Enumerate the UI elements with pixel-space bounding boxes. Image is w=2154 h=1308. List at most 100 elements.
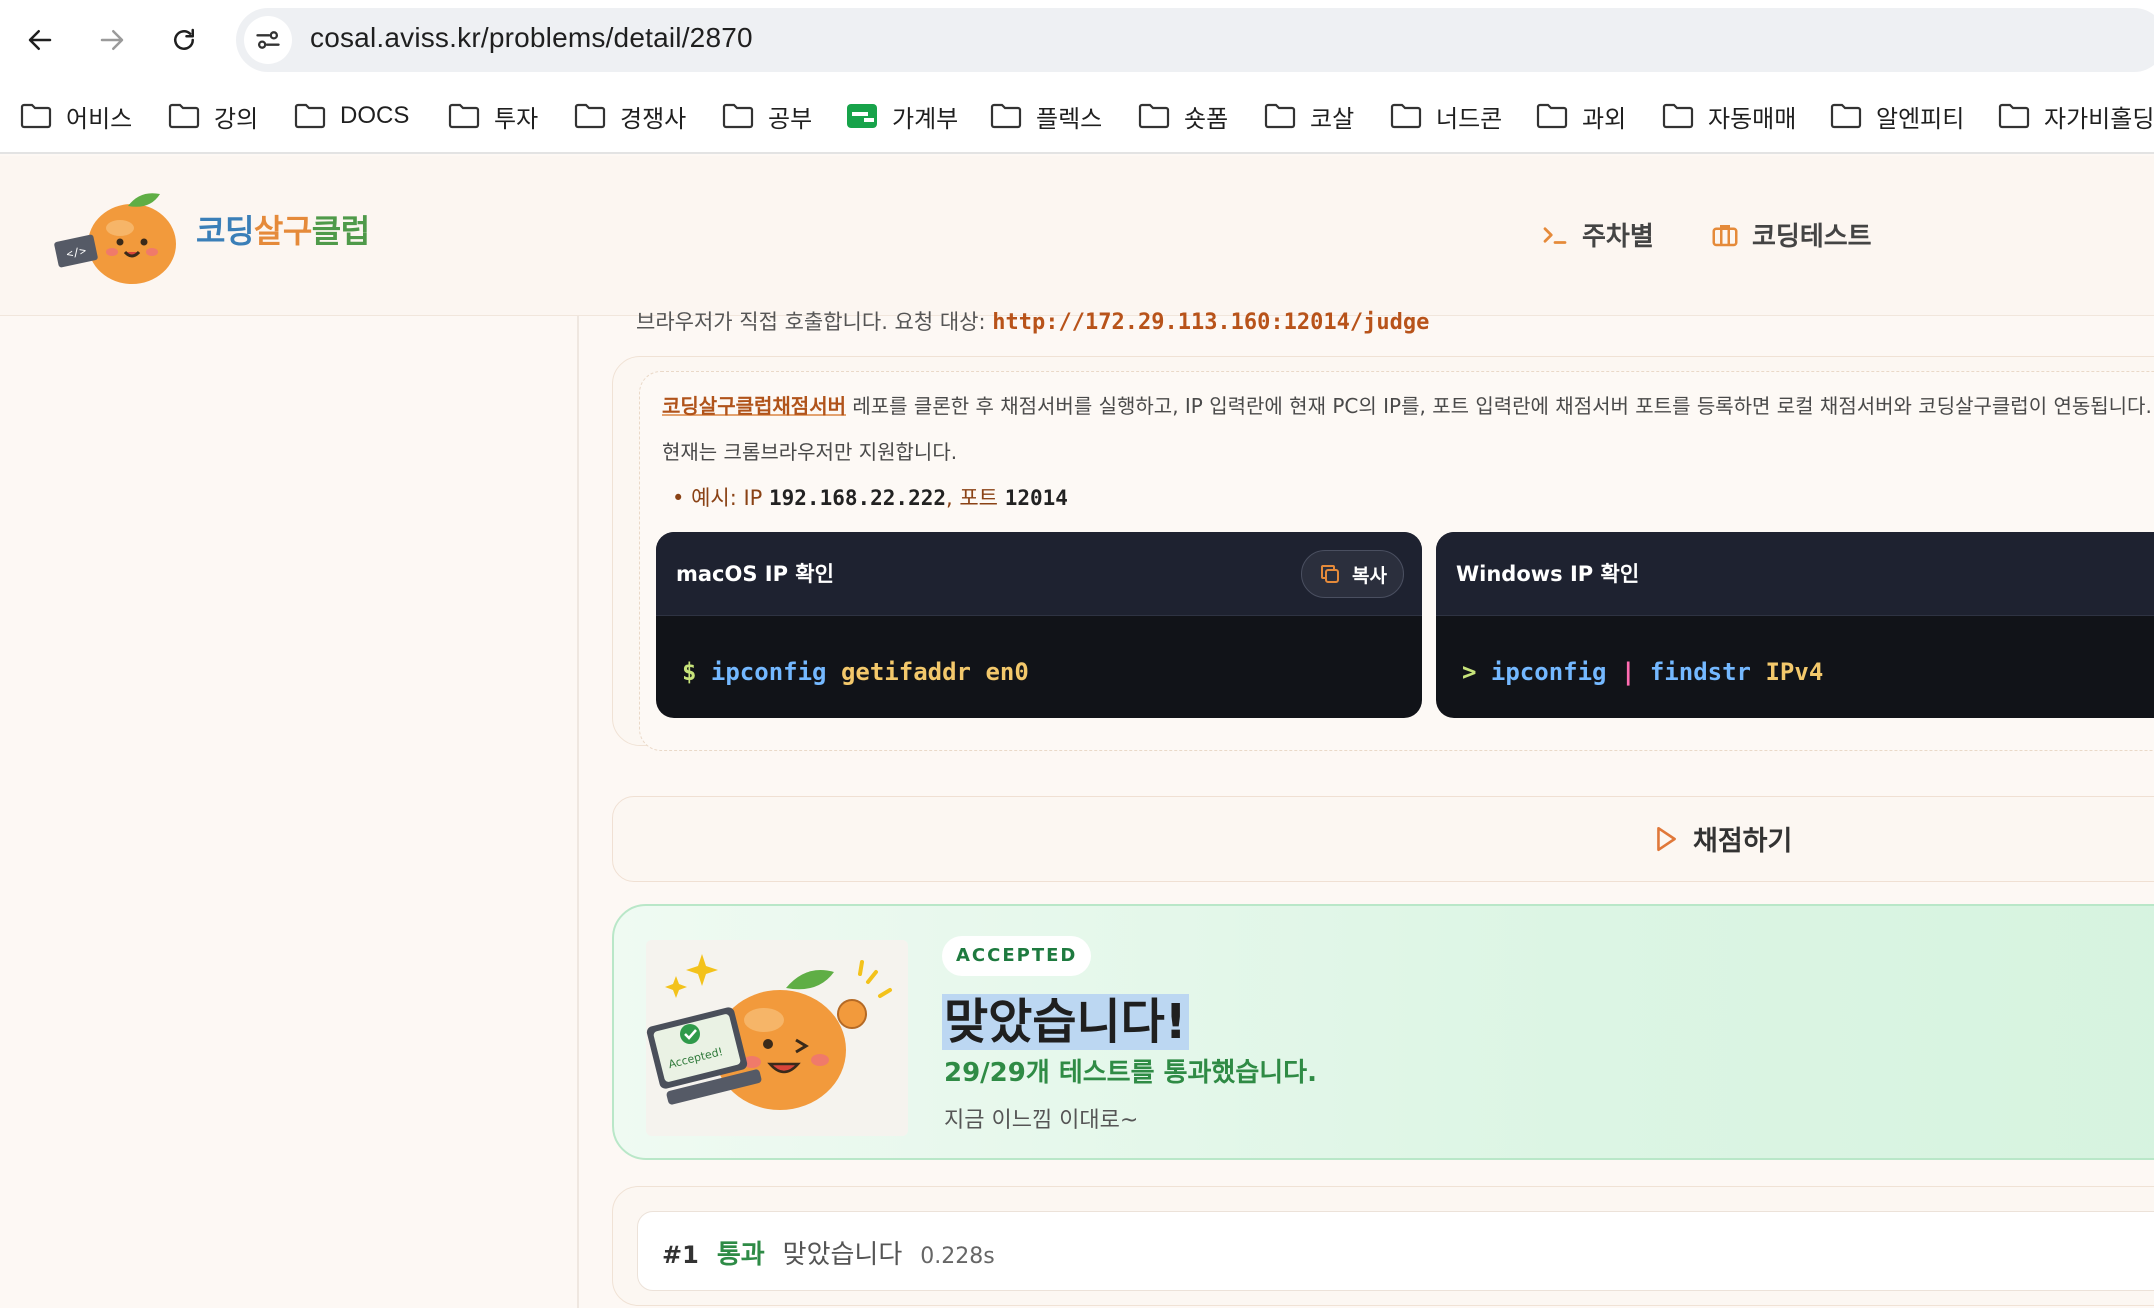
result-message: 지금 이느낌 이대로~ — [944, 1108, 1139, 1133]
test-case-line: #1 통과 맞았습니다 0.228s — [662, 1234, 995, 1271]
site-info-button[interactable] — [244, 16, 292, 64]
folder-icon — [1662, 103, 1694, 129]
command-args: getifaddr en0 — [840, 658, 1029, 686]
bookmark-item[interactable]: 숏폼 — [1138, 96, 1228, 136]
terminal-header: Windows IP 확인 — [1436, 532, 2154, 616]
test-case-row[interactable]: #1 통과 맞았습니다 0.228s — [637, 1211, 2154, 1291]
play-icon — [1657, 826, 1676, 851]
bookmark-label: 경쟁사 — [620, 105, 687, 133]
command-args-2: IPv4 — [1765, 658, 1824, 686]
example-line: • 예시: IP 192.168.22.222, 포트 12014 — [672, 486, 1068, 510]
nav-coding-test-label: 코딩테스트 — [1752, 222, 1872, 252]
folder-icon — [294, 103, 326, 129]
brand-name[interactable]: 코딩살구클럽 — [196, 206, 370, 252]
example-mid: , 포트 — [946, 486, 999, 510]
forward-button[interactable] — [88, 16, 136, 64]
direct-call-text: 브라우저가 직접 호출합니다. 요청 대상: — [636, 310, 986, 334]
result-title-text: 맞았습니다! — [942, 994, 1189, 1050]
bookmark-item[interactable]: 너드콘 — [1390, 96, 1502, 136]
copy-button[interactable]: 복사 — [1301, 550, 1404, 598]
folder-icon — [1138, 103, 1170, 129]
terminal-title: macOS IP 확인 — [676, 562, 834, 586]
back-button[interactable] — [16, 16, 64, 64]
ledger-app-icon — [847, 104, 877, 128]
test-case-time: 0.228s — [920, 1244, 995, 1269]
terminal-command[interactable]: $ ipconfig getifaddr en0 — [682, 658, 1029, 686]
folder-icon — [168, 103, 200, 129]
nav-coding-test[interactable]: 코딩테스트 — [1710, 216, 1872, 253]
bookmark-item[interactable]: DOCS — [294, 96, 409, 136]
brand-part-1: 코딩 — [196, 212, 254, 250]
test-case-list: #1 통과 맞았습니다 0.228s — [612, 1186, 2154, 1306]
brand-part-3: 클럽 — [311, 212, 370, 250]
local-server-panel: 코딩살구클럽채점서버 레포를 클론한 후 채점서버를 실행하고, IP 입력란에… — [612, 356, 2154, 751]
url-text[interactable]: cosal.aviss.kr/problems/detail/2870 — [310, 22, 753, 54]
terminal-title: Windows IP 확인 — [1456, 562, 1640, 586]
accepted-mascot-illustration: Accepted! — [646, 940, 908, 1136]
address-bar[interactable]: cosal.aviss.kr/problems/detail/2870 — [236, 8, 2154, 72]
bookmark-item[interactable]: 가계부 — [846, 96, 958, 136]
bookmark-item[interactable]: 플렉스 — [990, 96, 1102, 136]
bookmark-item[interactable]: 공부 — [722, 96, 812, 136]
example-port: 12014 — [1004, 486, 1068, 510]
bookmark-item[interactable]: 강의 — [168, 96, 258, 136]
bookmark-item[interactable]: 어비스 — [20, 96, 132, 136]
folder-icon — [1264, 103, 1296, 129]
local-server-notice: 코딩살구클럽채점서버 레포를 클론한 후 채점서버를 실행하고, IP 입력란에… — [639, 371, 2154, 751]
bookmark-label: 코살 — [1310, 105, 1355, 133]
bookmarks-bar: 어비스 강의 DOCS 투자 경쟁사 공부 가계부 플렉스 숏폼 코살 너드콘 — [0, 80, 2154, 154]
bookmark-item[interactable]: 자동매매 — [1662, 96, 1796, 136]
example-prefix: 예시: IP — [691, 486, 763, 510]
judge-server-repo-link[interactable]: 코딩살구클럽채점서버 — [662, 394, 846, 418]
bookmark-label: 공부 — [768, 105, 813, 133]
bookmark-label: DOCS — [340, 102, 410, 129]
folder-icon — [448, 103, 480, 129]
grade-button[interactable]: 채점하기 — [1653, 819, 1792, 858]
bookmark-label: 너드콘 — [1436, 105, 1503, 133]
nav-weekly-label: 주차별 — [1582, 222, 1654, 252]
bookmark-item[interactable]: 알엔피티 — [1830, 96, 1964, 136]
terminal-command[interactable]: > ipconfig | findstr IPv4 — [1462, 658, 1823, 686]
folder-icon — [1390, 103, 1422, 129]
command-name: ipconfig — [1490, 658, 1607, 686]
command-name-2: findstr — [1649, 658, 1752, 686]
bookmark-item[interactable]: 투자 — [448, 96, 538, 136]
test-case-number: #1 — [662, 1241, 699, 1269]
grade-bar: 채점하기 — [612, 796, 2154, 882]
folder-icon — [1536, 103, 1568, 129]
browser-toolbar: cosal.aviss.kr/problems/detail/2870 — [0, 0, 2154, 80]
result-card: Accepted! ACCEPTED 맞았습니다! 29/29개 테스트를 통과… — [612, 904, 2154, 1160]
main-content: 브라우저가 직접 호출합니다. 요청 대상: http://172.29.113… — [612, 310, 2154, 1308]
nav-weekly[interactable]: 주차별 — [1540, 216, 1654, 253]
bookmark-label: 플렉스 — [1036, 105, 1103, 133]
bookmark-label: 가계부 — [892, 105, 959, 133]
apricot-mascot-logo[interactable]: </> — [54, 186, 180, 286]
server-instruction: 코딩살구클럽채점서버 레포를 클론한 후 채점서버를 실행하고, IP 입력란에… — [662, 390, 2152, 419]
bookmark-label: 숏폼 — [1184, 105, 1229, 133]
test-case-status: 통과 — [716, 1240, 765, 1270]
reload-icon — [174, 28, 194, 50]
copy-label: 복사 — [1352, 564, 1387, 587]
bookmark-item[interactable]: 자가비홀딩 — [1998, 96, 2154, 136]
reload-button[interactable] — [160, 16, 208, 64]
bookmark-label: 자가비홀딩 — [2044, 105, 2154, 133]
test-summary: 29/29개 테스트를 통과했습니다. — [944, 1058, 1317, 1088]
prompt-symbol: $ — [682, 658, 697, 686]
terminal-header: macOS IP 확인 복사 — [656, 532, 1422, 616]
terminal-prompt-icon — [1543, 226, 1567, 244]
bookmark-label: 강의 — [214, 105, 259, 133]
pipe-symbol: | — [1620, 658, 1636, 686]
folder-icon — [722, 103, 754, 129]
sidebar-divider — [577, 316, 579, 1308]
accepted-badge: ACCEPTED — [942, 936, 1092, 976]
example-ip: 192.168.22.222 — [769, 486, 947, 510]
bookmark-label: 어비스 — [66, 105, 133, 133]
arrow-left-icon — [28, 30, 52, 50]
direct-call-info: 브라우저가 직접 호출합니다. 요청 대상: http://172.29.113… — [636, 306, 1429, 336]
briefcase-icon — [1712, 224, 1738, 246]
bookmark-item[interactable]: 경쟁사 — [574, 96, 686, 136]
result-title: 맞았습니다! — [942, 982, 1189, 1052]
bookmark-label: 투자 — [494, 105, 539, 133]
bookmark-item[interactable]: 과외 — [1536, 96, 1626, 136]
bookmark-item[interactable]: 코살 — [1264, 96, 1354, 136]
